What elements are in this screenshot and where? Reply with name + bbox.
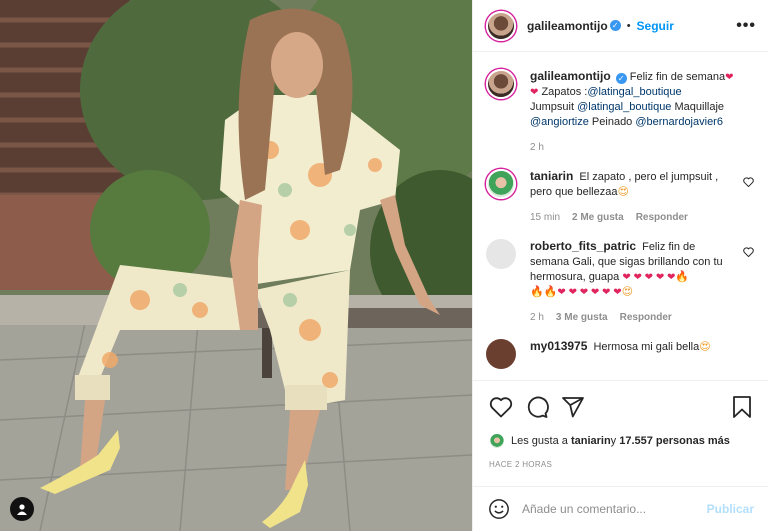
caption: galileamontijo ✓ Feliz fin de semana❤ ❤ Z… (486, 69, 754, 155)
likes-middle: y (610, 435, 617, 447)
post-actions: Les gusta a taniarin y 17.557 personas m… (473, 380, 768, 485)
caption-text: Maquillaje (671, 101, 725, 113)
heart-icon[interactable] (489, 396, 513, 418)
comment-like-icon[interactable] (743, 247, 754, 257)
heart-eyes-emoji: 😍 (621, 286, 634, 298)
mention-link[interactable]: @bernardojavier6 (635, 116, 723, 128)
comment-meta: 2 h 3 Me gusta Responder (530, 310, 736, 325)
comment-username[interactable]: my013975 (530, 339, 587, 353)
caption-username[interactable]: galileamontijo (530, 69, 611, 83)
share-icon[interactable] (561, 395, 585, 419)
emoji-icon[interactable] (488, 498, 510, 520)
heart-emoji: ❤ (725, 72, 734, 83)
caption-text: Zapatos : (541, 86, 588, 98)
comment-input[interactable]: Añade un comentario... (522, 502, 646, 516)
post-side-panel: galileamontijo ✓ • Seguir ••• galileamon… (472, 0, 768, 531)
heart-emoji: ❤ (530, 87, 539, 98)
comment-username[interactable]: roberto_fits_patric (530, 239, 636, 253)
fire-emoji: 🔥 (675, 271, 690, 283)
mention-link[interactable]: @latingal_boutique (577, 101, 671, 113)
follow-button[interactable]: Seguir (637, 19, 674, 33)
caption-text: Jumpsuit (530, 101, 578, 113)
comment-likes[interactable]: 3 Me gusta (556, 310, 608, 325)
comment-meta: 15 min 2 Me gusta Responder (530, 210, 736, 225)
separator-dot: • (626, 19, 631, 32)
comment-body: roberto_fits_patric Feliz fin de semana … (530, 239, 754, 325)
comment-likes[interactable]: 2 Me gusta (572, 210, 624, 225)
comment-item: my013975 Hermosa mi gali bella😍 (486, 339, 754, 369)
comment-body: my013975 Hermosa mi gali bella😍 (530, 339, 754, 369)
heart-eyes-emoji: 😍 (617, 186, 629, 198)
more-options-icon[interactable]: ••• (736, 17, 756, 35)
commenter-avatar[interactable] (486, 169, 516, 199)
comment-time[interactable]: 15 min (530, 210, 560, 225)
heart-emoji: ❤ ❤ ❤ ❤ ❤ (622, 272, 676, 283)
comment-body: taniarin El zapato , pero el jumpsuit , … (530, 169, 754, 225)
likes-summary: Les gusta a taniarin y 17.557 personas m… (489, 433, 752, 449)
post-timestamp[interactable]: HACE 2 HORAS (489, 460, 752, 469)
likes-prefix: Les gusta a (511, 435, 568, 447)
caption-time[interactable]: 2 h (530, 140, 544, 155)
author-avatar[interactable] (486, 10, 516, 41)
mention-link[interactable]: @latingal_boutique (587, 86, 681, 98)
mention-link[interactable]: @angiortize (530, 116, 589, 128)
likes-count[interactable]: 17.557 personas más (619, 435, 730, 447)
comments-list[interactable]: galileamontijo ✓ Feliz fin de semana❤ ❤ Z… (473, 53, 768, 379)
post-header: galileamontijo ✓ • Seguir ••• (473, 0, 768, 52)
caption-body: galileamontijo ✓ Feliz fin de semana❤ ❤ Z… (530, 69, 754, 155)
author-username[interactable]: galileamontijo (527, 19, 608, 33)
tag-user-icon[interactable] (10, 497, 34, 521)
post-photo-image (0, 0, 472, 531)
heart-eyes-emoji: 😍 (699, 341, 711, 353)
post-photo[interactable] (0, 0, 472, 531)
comment-text: Hermosa mi gali bella (593, 341, 700, 353)
reply-button[interactable]: Responder (636, 210, 688, 225)
comment-item: roberto_fits_patric Feliz fin de semana … (486, 239, 754, 325)
caption-text: Feliz fin de semana (629, 71, 726, 83)
comment-icon[interactable] (525, 395, 549, 419)
liker-avatar[interactable] (489, 433, 505, 449)
caption-avatar[interactable] (486, 69, 516, 99)
action-icons (489, 395, 752, 419)
commenter-avatar[interactable] (486, 239, 516, 269)
comment-like-icon[interactable] (743, 177, 754, 187)
heart-emoji: ❤ ❤ ❤ ❤ ❤ ❤ (557, 287, 622, 298)
commenter-avatar[interactable] (486, 339, 516, 369)
verified-icon: ✓ (615, 73, 627, 84)
add-comment-bar: Añade un comentario... Publicar (473, 486, 768, 531)
fire-emoji: 🔥🔥 (530, 286, 558, 298)
comment-item: taniarin El zapato , pero el jumpsuit , … (486, 169, 754, 225)
verified-icon: ✓ (609, 20, 621, 31)
comment-username[interactable]: taniarin (530, 169, 573, 183)
liker-username[interactable]: taniarin (571, 435, 611, 447)
caption-meta: 2 h (530, 140, 736, 155)
reply-button[interactable]: Responder (620, 310, 672, 325)
comment-time[interactable]: 2 h (530, 310, 544, 325)
publish-button[interactable]: Publicar (707, 502, 754, 516)
caption-text: Peinado (588, 116, 636, 128)
bookmark-icon[interactable] (732, 395, 752, 419)
